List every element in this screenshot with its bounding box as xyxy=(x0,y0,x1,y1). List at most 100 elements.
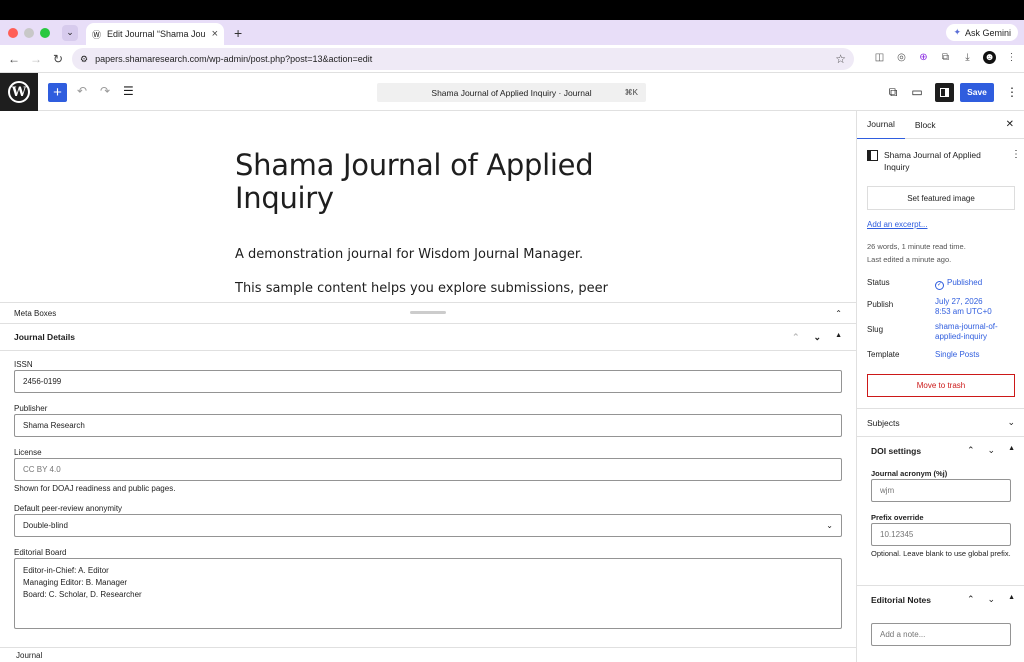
editorial-board-label: Editorial Board xyxy=(14,548,67,557)
editorial-notes-header[interactable]: Editorial Notes ⌃ ⌄ ▲ xyxy=(857,585,1024,613)
bookmark-star-icon[interactable]: ☆ xyxy=(835,52,846,66)
panel-title: Journal Details xyxy=(14,332,75,342)
meta-boxes-area: Meta Boxes ⌃ Journal Details ⌃ ⌄ ▲ ISSN … xyxy=(0,302,856,647)
chevron-down-icon: ⌄ xyxy=(1007,417,1015,427)
toggle-panel-triangle-icon[interactable]: ▲ xyxy=(835,332,842,343)
address-bar[interactable]: ⚙ papers.shamaresearch.com/wp-admin/post… xyxy=(72,48,854,70)
move-to-trash-button[interactable]: Move to trash xyxy=(867,374,1015,397)
settings-sidebar-toggle-icon[interactable] xyxy=(935,82,954,102)
subjects-panel-header[interactable]: Subjects ⌄ xyxy=(857,408,1024,436)
textarea-line: Editor-in-Chief: A. Editor xyxy=(23,566,109,575)
forward-arrow-icon[interactable]: → xyxy=(25,52,47,66)
slug-line: shama-journal-of- xyxy=(935,322,998,331)
options-kebab-icon[interactable]: ⋮ xyxy=(1000,85,1024,99)
back-arrow-icon[interactable]: ← xyxy=(3,52,25,66)
zoom-window-button[interactable] xyxy=(40,27,50,38)
toggle-panel-triangle-icon[interactable]: ▲ xyxy=(1008,594,1015,605)
browser-tab-bar: ⌄ Ⓦ Edit Journal “Shama Journal × + ✦ As… xyxy=(0,20,1024,45)
browser-tab[interactable]: Ⓦ Edit Journal “Shama Journal × xyxy=(86,23,224,45)
post-title[interactable]: Shama Journal of Applied Inquiry xyxy=(235,149,615,215)
slug-label: Slug xyxy=(867,325,884,334)
slug-button[interactable]: shama-journal-of- applied-inquiry xyxy=(935,322,998,342)
prefix-override-input[interactable]: 10.12345 xyxy=(871,523,1011,546)
journal-details-panel-header[interactable]: Journal Details ⌃ ⌄ ▲ xyxy=(0,324,856,351)
camera-icon[interactable]: ◫ xyxy=(873,51,886,64)
redo-icon[interactable]: ↷ xyxy=(100,84,110,98)
puzzle-extensions-icon[interactable]: ⧉ xyxy=(939,51,952,64)
publish-date-button[interactable]: July 27, 2026 8:53 am UTC+0 xyxy=(935,297,992,317)
textarea-line: Board: C. Scholar, D. Researcher xyxy=(23,590,142,599)
status-value-button[interactable]: ✓ Published xyxy=(935,278,982,290)
purple-extension-icon[interactable]: ⊕ xyxy=(917,51,930,64)
view-post-external-icon[interactable]: ⧉ xyxy=(881,85,905,100)
word-count-text: 26 words, 1 minute read time. xyxy=(867,242,966,251)
preview-device-icon[interactable]: ▭ xyxy=(905,85,929,99)
close-tab-icon[interactable]: × xyxy=(212,28,218,40)
settings-sidebar: Journal Block ✕ Shama Journal of Applied… xyxy=(856,111,1024,662)
tab-journal[interactable]: Journal xyxy=(857,111,905,139)
move-up-chevron-icon[interactable]: ⌃ xyxy=(792,332,800,343)
move-down-chevron-icon[interactable]: ⌄ xyxy=(988,594,996,605)
extension-icons: ◫ ◎ ⊕ ⧉ ⤓ ☻ ⋮ xyxy=(873,51,1018,64)
new-tab-icon[interactable]: + xyxy=(234,25,242,41)
license-input[interactable]: CC BY 4.0 xyxy=(14,458,842,481)
doi-settings-header[interactable]: DOI settings ⌃ ⌄ ▲ xyxy=(857,436,1024,464)
breadcrumb-item[interactable]: Journal xyxy=(16,651,42,660)
book-icon xyxy=(867,150,878,161)
editorial-note-input[interactable]: Add a note... xyxy=(871,623,1011,646)
editorial-notes-title: Editorial Notes xyxy=(871,594,931,605)
block-inserter-plus-icon[interactable]: + xyxy=(48,83,67,102)
browser-menu-kebab-icon[interactable]: ⋮ xyxy=(1005,51,1018,64)
publisher-label: Publisher xyxy=(14,404,48,413)
document-overview-icon[interactable]: ☰ xyxy=(123,84,134,98)
collapse-chevron-icon[interactable]: ⌃ xyxy=(835,309,842,318)
tab-title: Edit Journal “Shama Journal xyxy=(107,29,206,39)
move-down-chevron-icon[interactable]: ⌄ xyxy=(814,332,822,343)
move-up-chevron-icon[interactable]: ⌃ xyxy=(967,445,975,456)
status-row: Status ✓ Published xyxy=(867,278,1017,290)
command-palette-button[interactable]: Shama Journal of Applied Inquiry · Journ… xyxy=(377,83,646,102)
paragraph-block[interactable]: A demonstration journal for Wisdom Journ… xyxy=(235,247,583,262)
shield-extension-icon[interactable]: ◎ xyxy=(895,51,908,64)
command-shortcut: ⌘K xyxy=(624,88,638,97)
move-down-chevron-icon[interactable]: ⌄ xyxy=(988,445,996,456)
anonymity-selected-value: Double-blind xyxy=(23,521,68,530)
document-actions-kebab-icon[interactable]: ⋮ xyxy=(1011,149,1021,161)
block-breadcrumb: Journal xyxy=(0,647,856,662)
panel-controls: ⌃ ⌄ ▲ xyxy=(792,332,842,343)
reload-icon[interactable]: ↻ xyxy=(47,52,69,66)
set-featured-image-button[interactable]: Set featured image xyxy=(867,186,1015,210)
close-sidebar-icon[interactable]: ✕ xyxy=(1006,119,1014,130)
wordpress-logo-button[interactable]: W xyxy=(0,73,38,111)
editor-canvas: Shama Journal of Applied Inquiry A demon… xyxy=(0,111,856,303)
publish-time: 8:53 am UTC+0 xyxy=(935,307,992,316)
download-icon[interactable]: ⤓ xyxy=(961,51,974,64)
add-excerpt-link[interactable]: Add an excerpt... xyxy=(867,220,927,229)
paragraph-block[interactable]: This sample content helps you explore su… xyxy=(235,279,635,302)
acronym-input[interactable]: wjm xyxy=(871,479,1011,502)
gemini-sparkle-icon: ✦ xyxy=(953,27,961,37)
published-check-icon: ✓ xyxy=(935,281,944,290)
profile-avatar-icon[interactable]: ☻ xyxy=(983,51,996,64)
site-info-icon[interactable]: ⚙ xyxy=(80,54,88,65)
slug-line: applied-inquiry xyxy=(935,332,988,341)
editorial-board-textarea[interactable]: Editor-in-Chief: A. Editor Managing Edit… xyxy=(14,558,842,629)
meta-boxes-header[interactable]: Meta Boxes ⌃ xyxy=(0,303,856,324)
tab-block[interactable]: Block xyxy=(905,111,946,139)
license-label: License xyxy=(14,448,42,457)
close-window-button[interactable] xyxy=(8,27,18,38)
save-button[interactable]: Save xyxy=(960,82,994,102)
template-value-button[interactable]: Single Posts xyxy=(935,350,979,360)
publisher-input[interactable]: Shama Research xyxy=(14,414,842,437)
minimize-window-button[interactable] xyxy=(24,27,34,38)
anonymity-select[interactable]: Double-blind ⌄ xyxy=(14,514,842,537)
tab-search-chevron-icon[interactable]: ⌄ xyxy=(62,24,78,41)
wordpress-logo-icon: W xyxy=(8,81,30,103)
select-chevron-down-icon: ⌄ xyxy=(826,521,833,530)
undo-icon[interactable]: ↶ xyxy=(77,84,87,98)
status-label: Status xyxy=(867,278,890,287)
issn-input[interactable]: 2456-0199 xyxy=(14,370,842,393)
ask-gemini-button[interactable]: ✦ Ask Gemini xyxy=(946,24,1018,41)
toggle-panel-triangle-icon[interactable]: ▲ xyxy=(1008,445,1015,456)
move-up-chevron-icon[interactable]: ⌃ xyxy=(967,594,975,605)
